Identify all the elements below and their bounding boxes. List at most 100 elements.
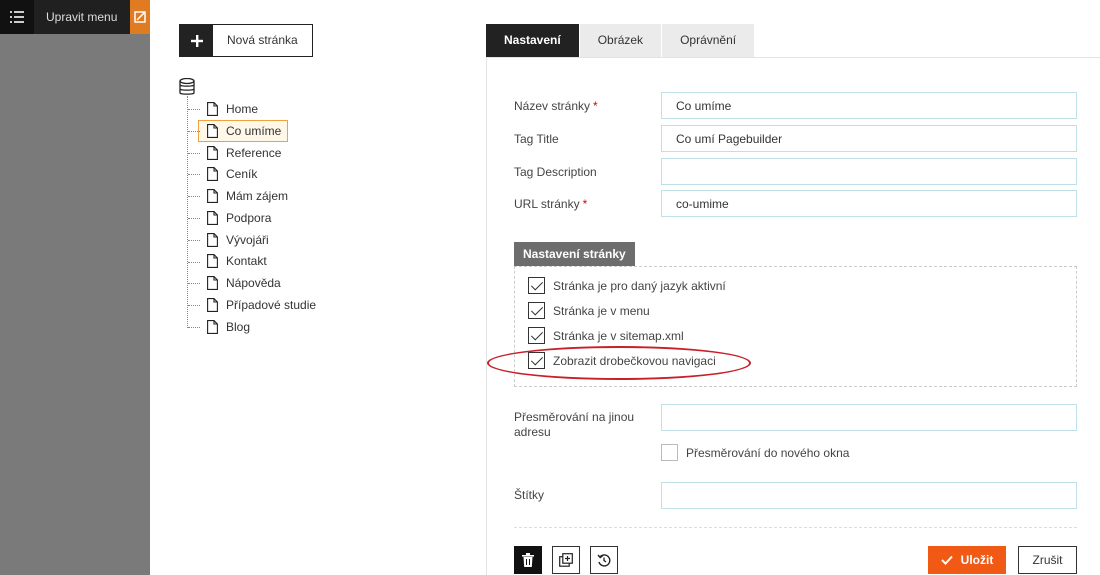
redirect-input[interactable] (661, 404, 1077, 431)
tree-item-label: Reference (226, 145, 282, 160)
tree-item-label: Kontakt (226, 254, 267, 269)
tab-image[interactable]: Obrázek (579, 24, 663, 57)
tree-item-content[interactable]: Co umíme (198, 119, 289, 142)
tag-description-label: Tag Description (514, 165, 597, 179)
tree-item-content[interactable]: Případové studie (198, 294, 323, 316)
tag-title-input[interactable] (661, 125, 1077, 152)
url-row: URL stránky * (514, 197, 661, 211)
trash-icon[interactable] (514, 546, 542, 574)
option-label: Stránka je v sitemap.xml (553, 328, 684, 343)
top-bar: Upravit menu (0, 0, 150, 34)
tag-description-input[interactable] (661, 158, 1077, 185)
page-name-row: Název stránky * (514, 99, 661, 113)
option-label: Stránka je v menu (553, 303, 650, 318)
tree-item-content[interactable]: Mám zájem (198, 185, 295, 207)
tree-item-label: Co umíme (226, 123, 282, 138)
duplicate-icon[interactable] (552, 546, 580, 574)
plus-icon (180, 25, 213, 56)
tree-list: Home Co umíme Reference Ceník Mám zájem Podpo… (187, 96, 323, 338)
tree-item[interactable]: Případové studie (188, 294, 323, 316)
tag-title-label: Tag Title (514, 132, 559, 146)
url-input[interactable] (661, 190, 1077, 217)
tree-item-content[interactable]: Blog (198, 316, 257, 338)
tree-item-content[interactable]: Vývojáři (198, 229, 276, 251)
option-in-sitemap[interactable]: Stránka je v sitemap.xml (528, 327, 684, 344)
tree-item[interactable]: Kontakt (188, 251, 323, 273)
new-page-label: Nová stránka (227, 33, 298, 47)
tree-item[interactable]: Ceník (188, 163, 323, 185)
tree-line-end (187, 327, 189, 338)
document-icon (207, 145, 219, 160)
document-icon (207, 232, 219, 247)
tree-item-content[interactable]: Reference (198, 142, 288, 164)
tree-item-content[interactable]: Ceník (198, 163, 264, 185)
tree-item-label: Mám zájem (226, 189, 289, 204)
tag-title-row: Tag Title (514, 132, 661, 146)
tree-item[interactable]: Reference (188, 142, 323, 164)
tree-item-label: Blog (226, 319, 251, 334)
tags-label: Štítky (514, 488, 545, 502)
document-icon (207, 210, 219, 225)
checkbox[interactable] (528, 327, 545, 344)
page-settings-panel: Nová stránka Home Co umíme Reference Ceník M… (150, 0, 1100, 575)
tree-item[interactable]: Co umíme (188, 119, 323, 142)
checkbox[interactable] (528, 277, 545, 294)
document-icon (207, 189, 219, 204)
document-icon (207, 254, 219, 269)
tab-settings[interactable]: Nastavení (486, 24, 580, 57)
cancel-button[interactable]: Zrušit (1018, 546, 1077, 574)
page-name-input[interactable] (661, 92, 1077, 119)
save-label: Uložit (960, 553, 994, 567)
document-icon (207, 298, 219, 313)
tree-item[interactable]: Nápověda (188, 272, 323, 294)
restore-icon[interactable] (590, 546, 618, 574)
tag-description-row: Tag Description (514, 165, 661, 179)
option-active[interactable]: Stránka je pro daný jazyk aktivní (528, 277, 726, 294)
tree-item-label: Podpora (226, 210, 272, 225)
tree-item-content[interactable]: Podpora (198, 207, 278, 229)
option-label: Zobrazit drobečkovou navigaci (553, 353, 716, 368)
tab-permissions[interactable]: Oprávnění (662, 24, 756, 57)
document-icon (207, 101, 219, 116)
redirect-label: Přesměrování na jinou adresu (514, 410, 635, 439)
save-button[interactable]: Uložit (928, 546, 1006, 574)
document-icon (207, 167, 219, 182)
option-in-menu[interactable]: Stránka je v menu (528, 302, 650, 319)
tree-item-content[interactable]: Nápověda (198, 272, 288, 294)
document-icon (207, 123, 219, 138)
new-page-button[interactable]: Nová stránka (179, 24, 313, 57)
redirect-new-window-option[interactable]: Přesměrování do nového okna (661, 444, 849, 461)
tree-item-label: Ceník (226, 167, 258, 182)
page-settings-title: Nastavení stránky (514, 242, 635, 266)
tree-item-label: Případové studie (226, 298, 317, 313)
tree-item-label: Home (226, 101, 259, 116)
list-icon[interactable] (0, 0, 34, 34)
backdrop (0, 0, 150, 575)
tags-input[interactable] (661, 482, 1077, 509)
tree-item[interactable]: Mám zájem (188, 185, 323, 207)
tree-item-content[interactable]: Home (198, 98, 265, 120)
tree-item-content[interactable]: Kontakt (198, 250, 274, 272)
option-label: Přesměrování do nového okna (686, 445, 850, 460)
checkbox[interactable] (661, 444, 678, 461)
checkbox[interactable] (528, 352, 545, 369)
required-mark: * (582, 197, 588, 211)
document-icon (207, 276, 219, 291)
tree-item-label: Vývojáři (226, 232, 269, 247)
tree-item[interactable]: Blog (188, 316, 323, 338)
page-name-label: Název stránky * (514, 99, 598, 113)
checkbox[interactable] (528, 302, 545, 319)
tab-bar: Nastavení Obrázek Oprávnění (486, 24, 756, 57)
tree-item-label: Nápověda (226, 276, 281, 291)
document-icon (207, 319, 219, 334)
tree-item[interactable]: Home (188, 98, 323, 120)
tree-item[interactable]: Vývojáři (188, 229, 323, 251)
divider (514, 527, 1077, 528)
tags-row: Štítky (514, 488, 661, 502)
tree-item[interactable]: Podpora (188, 207, 323, 229)
edit-menu-label[interactable]: Upravit menu (34, 10, 130, 24)
required-mark: * (593, 99, 598, 113)
database-icon[interactable] (179, 77, 197, 96)
edit-icon[interactable] (130, 0, 150, 34)
option-breadcrumb[interactable]: Zobrazit drobečkovou navigaci (528, 352, 716, 369)
